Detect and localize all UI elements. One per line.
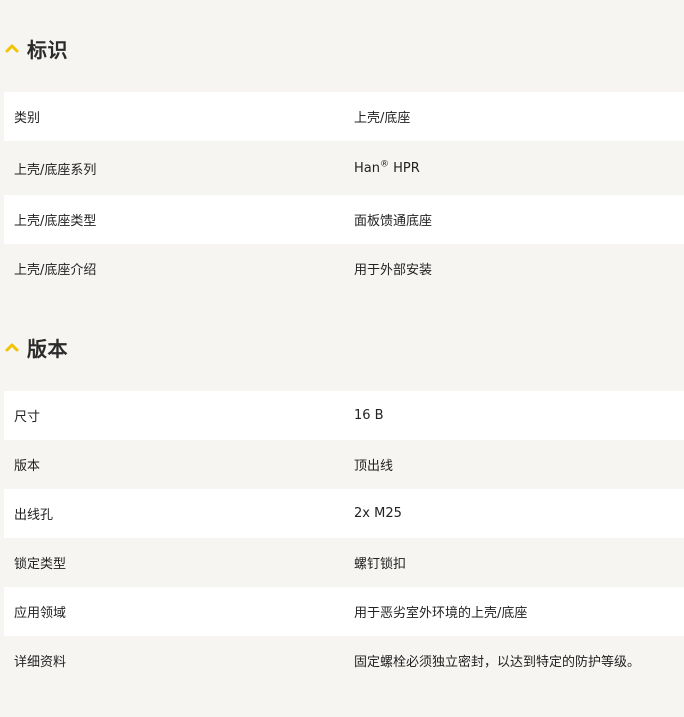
row-label: 上壳/底座介绍 [14, 263, 97, 278]
row-label: 出线孔 [14, 508, 54, 523]
row-label: 版本 [14, 459, 41, 474]
table-row: 出线孔 2x M25 [4, 489, 684, 538]
table-row: 上壳/底座介绍 用于外部安装 [4, 244, 684, 293]
table-row: 详细资料 固定螺栓必须独立密封，以达到特定的防护等级。 [4, 636, 684, 685]
chevron-up-icon [5, 342, 19, 352]
chevron-up-icon [5, 43, 19, 53]
row-label: 应用领域 [14, 606, 67, 621]
section-header-identification[interactable]: 标识 [0, 28, 684, 68]
row-label: 上壳/底座类型 [14, 214, 97, 229]
row-label: 类别 [14, 111, 41, 126]
row-label: 上壳/底座系列 [14, 162, 97, 178]
section-title: 版本 [27, 336, 68, 361]
row-value: 16 B [354, 408, 384, 423]
table-row: 版本 顶出线 [4, 440, 684, 489]
row-value: 顶出线 [354, 459, 394, 474]
row-value: 2x M25 [354, 506, 402, 521]
row-value: Han® HPR [344, 159, 684, 176]
table-row: 类别 上壳/底座 [4, 92, 684, 141]
row-value: 用于恶劣室外环境的上壳/底座 [354, 606, 528, 621]
spec-table-identification: 类别 上壳/底座 上壳/底座系列 Han® HPR 上壳/底座类型 面板馈通底座… [4, 92, 684, 293]
table-row: 锁定类型 螺钉锁扣 [4, 538, 684, 587]
product-spec-page: 标识 类别 上壳/底座 上壳/底座系列 Han® HPR 上壳/底座类型 面板馈… [0, 0, 684, 717]
value-tail: HPR [388, 160, 420, 176]
row-value: 螺钉锁扣 [354, 557, 407, 572]
row-label: 尺寸 [14, 410, 41, 425]
table-row: 尺寸 16 B [4, 391, 684, 440]
value-main: Han [354, 160, 380, 176]
table-row: 上壳/底座系列 Han® HPR [4, 141, 684, 195]
row-value: 上壳/底座 [354, 111, 411, 126]
section-title: 标识 [27, 37, 68, 62]
registered-mark: ® [379, 159, 389, 170]
table-row: 上壳/底座类型 面板馈通底座 [4, 195, 684, 244]
section-header-version[interactable]: 版本 [0, 327, 684, 367]
row-label: 锁定类型 [14, 557, 67, 572]
row-label: 详细资料 [14, 655, 67, 670]
spec-table-version: 尺寸 16 B 版本 顶出线 出线孔 2x M25 锁定类型 螺钉锁扣 应用领域… [4, 391, 684, 685]
table-row: 应用领域 用于恶劣室外环境的上壳/底座 [4, 587, 684, 636]
row-value: 固定螺栓必须独立密封，以达到特定的防护等级。 [354, 655, 641, 670]
row-value: 面板馈通底座 [354, 214, 433, 229]
row-value: 用于外部安装 [354, 263, 433, 278]
